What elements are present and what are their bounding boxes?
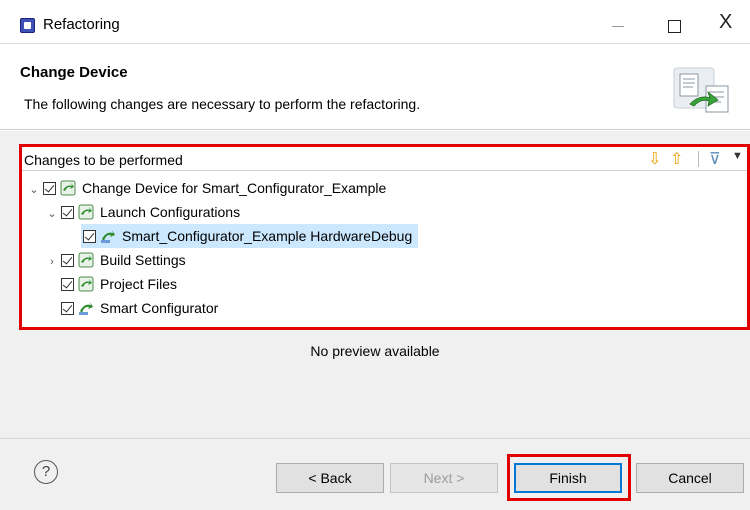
chevron-right-icon[interactable]: ›	[45, 250, 59, 274]
checkbox[interactable]	[83, 230, 96, 243]
filter-icon[interactable]: ⊽	[709, 149, 721, 169]
main-area: Changes to be performed ⇩ ⇧ ⊽ ▼ ⌄ Change …	[0, 131, 750, 438]
maximize-button[interactable]	[668, 20, 681, 33]
changes-panel-header: Changes to be performed ⇩ ⇧ ⊽ ▼	[21, 147, 748, 171]
launch-change-icon	[101, 230, 115, 243]
next-change-icon[interactable]: ⇩	[648, 149, 661, 169]
close-button[interactable]: X	[719, 12, 732, 32]
preview-message: No preview available	[310, 343, 440, 359]
tree-item-hardware-debug[interactable]: Smart_Configurator_Example HardwareDebug	[81, 224, 419, 248]
finish-button[interactable]: Finish	[514, 463, 622, 493]
toolbar-separator	[698, 151, 699, 167]
button-bar: ? < Back Next > Finish Cancel	[0, 438, 750, 510]
checkbox[interactable]	[43, 182, 56, 195]
back-button[interactable]: < Back	[276, 463, 384, 493]
previous-change-icon[interactable]: ⇧	[670, 149, 683, 169]
tree-item-change-device[interactable]: ⌄ Change Device for Smart_Configurator_Ex…	[27, 176, 386, 200]
refactor-change-icon	[78, 204, 94, 220]
tree-item-smart-configurator[interactable]: Smart Configurator	[59, 296, 218, 320]
tree-item-label: Smart_Configurator_Example HardwareDebug	[122, 228, 413, 244]
refactor-change-icon	[78, 252, 94, 268]
window-title: Refactoring	[43, 16, 120, 33]
refactor-change-icon	[60, 180, 76, 196]
checkbox[interactable]	[61, 254, 74, 267]
tree-item-build-settings[interactable]: › Build Settings	[45, 248, 186, 274]
help-button[interactable]: ?	[34, 460, 58, 484]
tree-item-label: Build Settings	[100, 252, 186, 268]
page-description: The following changes are necessary to p…	[24, 96, 421, 112]
checkbox[interactable]	[61, 206, 74, 219]
minimize-icon[interactable]	[612, 26, 624, 27]
checkbox[interactable]	[61, 302, 74, 315]
wizard-header: Change Device The following changes are …	[0, 44, 750, 130]
tree-item-launch-configurations[interactable]: ⌄ Launch Configurations	[45, 200, 240, 224]
app-icon	[20, 18, 35, 33]
tree-item-label: Project Files	[100, 276, 178, 292]
next-button[interactable]: Next >	[390, 463, 498, 493]
title-bar: Refactoring X	[0, 0, 750, 44]
view-menu-icon[interactable]: ▼	[732, 150, 743, 162]
page-title: Change Device	[20, 64, 128, 81]
tree-item-label: Smart Configurator	[100, 300, 219, 316]
refactoring-wizard-icon	[673, 67, 729, 113]
checkbox[interactable]	[61, 278, 74, 291]
chevron-down-icon[interactable]: ⌄	[45, 202, 59, 226]
refactor-change-icon	[78, 276, 94, 292]
tree-item-label: Launch Configurations	[100, 204, 241, 220]
cancel-button[interactable]: Cancel	[636, 463, 744, 493]
tree-item-project-files[interactable]: Project Files	[59, 272, 177, 296]
tree-item-label: Change Device for Smart_Configurator_Exa…	[82, 180, 387, 196]
chevron-down-icon[interactable]: ⌄	[27, 178, 41, 202]
launch-change-icon	[79, 302, 93, 315]
changes-panel-title: Changes to be performed	[24, 152, 183, 168]
changes-panel: Changes to be performed ⇩ ⇧ ⊽ ▼ ⌄ Change …	[20, 146, 749, 329]
